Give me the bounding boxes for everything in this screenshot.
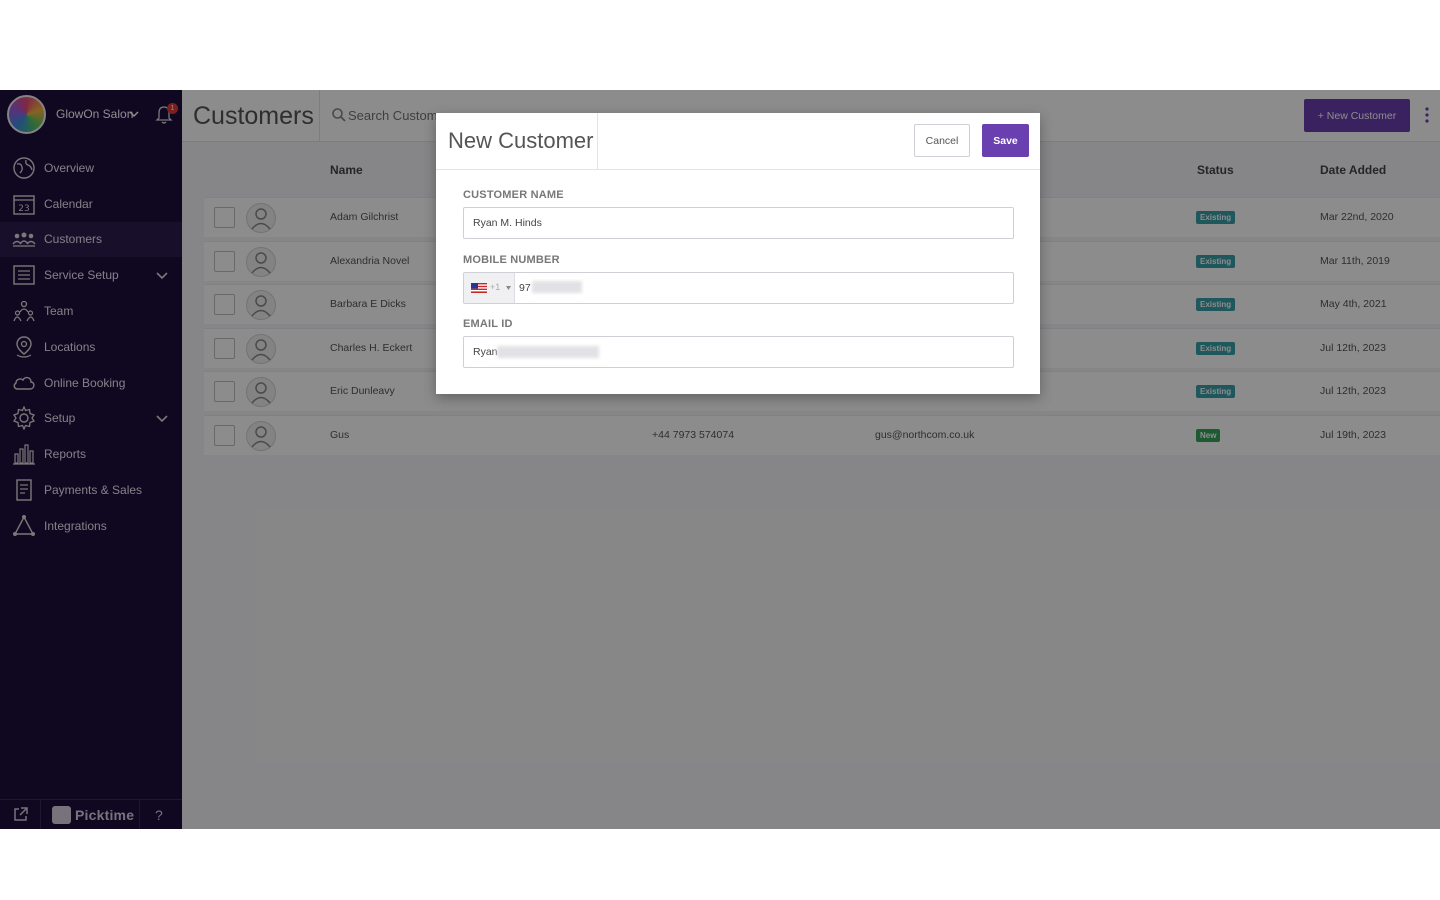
- app-window: GlowOn Salon 1 Overview 23 Calendar Cust…: [0, 90, 1440, 829]
- mobile-number-label: MOBILE NUMBER: [463, 254, 560, 266]
- modal-title: New Customer: [448, 128, 594, 153]
- customer-name-field[interactable]: [463, 207, 1014, 239]
- caret-down-icon: [506, 286, 511, 290]
- modal-header-divider: [597, 113, 598, 170]
- customer-name-label: CUSTOMER NAME: [463, 189, 564, 201]
- country-code-selector[interactable]: +1: [464, 273, 515, 303]
- cancel-button[interactable]: Cancel: [914, 124, 970, 157]
- mobile-number-input[interactable]: [519, 278, 999, 298]
- new-customer-modal: New Customer Cancel Save CUSTOMER NAME M…: [436, 113, 1040, 394]
- modal-header: New Customer Cancel Save: [436, 113, 1040, 170]
- email-label: EMAIL ID: [463, 318, 513, 330]
- redacted-block: [532, 281, 582, 293]
- us-flag-icon: [471, 283, 487, 293]
- dial-code: +1: [490, 282, 501, 292]
- mobile-number-field: +1: [463, 272, 1014, 304]
- save-button[interactable]: Save: [982, 124, 1029, 157]
- redacted-block: [497, 346, 599, 358]
